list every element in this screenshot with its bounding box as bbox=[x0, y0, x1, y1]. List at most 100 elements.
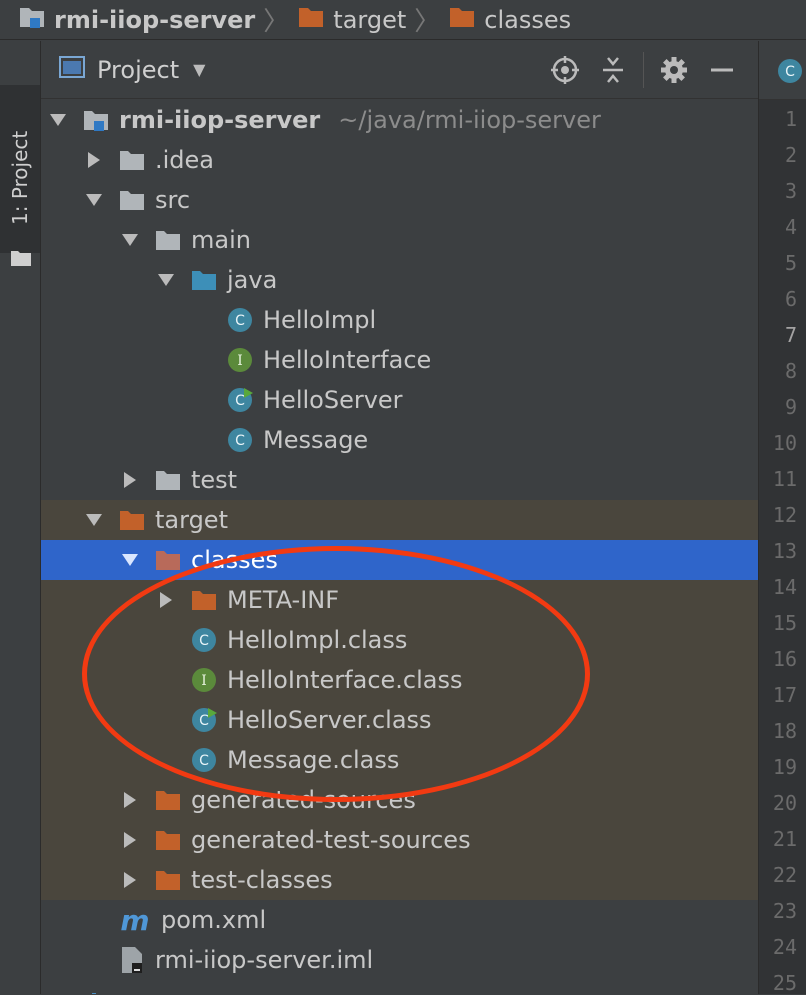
module-folder-icon bbox=[83, 107, 109, 133]
line-number: 25 bbox=[772, 971, 797, 995]
chevron-down-icon[interactable] bbox=[83, 194, 105, 206]
project-panel-header: Project ▼ bbox=[41, 41, 758, 99]
folder-icon bbox=[119, 147, 145, 173]
locate-icon[interactable] bbox=[541, 50, 589, 90]
chevron-down-icon[interactable] bbox=[83, 514, 105, 526]
tree-label-runnable-class-file: HelloServer.class bbox=[227, 706, 432, 734]
tree-row-generated-test-sources[interactable]: generated-test-sources bbox=[41, 820, 758, 860]
line-number-active: 7 bbox=[784, 323, 797, 347]
chevron-down-icon[interactable] bbox=[47, 114, 69, 126]
folder-icon bbox=[155, 467, 181, 493]
tree-row-generated-sources[interactable]: generated-sources bbox=[41, 780, 758, 820]
tree-root-path: ~/java/rmi-iiop-server bbox=[338, 106, 601, 134]
tree-row-class[interactable]: C Message bbox=[41, 420, 758, 460]
tree-row-class[interactable]: C HelloImpl bbox=[41, 300, 758, 340]
svg-text:C: C bbox=[235, 313, 245, 329]
line-number: 18 bbox=[772, 719, 797, 743]
svg-text:I: I bbox=[201, 673, 207, 689]
tree-label-src: src bbox=[155, 186, 191, 214]
line-number: 23 bbox=[772, 899, 797, 923]
tree-row-classes-selected[interactable]: classes bbox=[41, 540, 758, 580]
chevron-down-icon[interactable] bbox=[119, 554, 141, 566]
breadcrumb-separator: 〉 bbox=[414, 7, 441, 37]
breadcrumb-item-classes[interactable]: classes bbox=[448, 5, 571, 35]
chevron-right-icon[interactable] bbox=[119, 472, 141, 488]
tree-label-main: main bbox=[191, 226, 251, 254]
chevron-right-icon[interactable] bbox=[83, 152, 105, 168]
tree-row-runnable-class[interactable]: C HelloServer bbox=[41, 380, 758, 420]
editor-tab[interactable]: C bbox=[759, 41, 806, 100]
tree-row-main[interactable]: main bbox=[41, 220, 758, 260]
hide-icon[interactable] bbox=[698, 50, 746, 90]
svg-text:C: C bbox=[199, 713, 209, 729]
gear-icon[interactable] bbox=[650, 50, 698, 90]
chevron-down-icon[interactable] bbox=[155, 274, 177, 286]
excluded-folder-icon bbox=[191, 587, 217, 613]
tool-window-strip: 1: Project bbox=[0, 41, 41, 994]
tree-label-root: rmi-iiop-server bbox=[119, 106, 321, 134]
folder-icon bbox=[297, 5, 325, 35]
chevron-down-icon: ▼ bbox=[193, 60, 206, 79]
chevron-right-icon[interactable] bbox=[119, 872, 141, 888]
excluded-folder-icon bbox=[119, 507, 145, 533]
line-number: 10 bbox=[772, 431, 797, 455]
tree-label-meta-inf: META-INF bbox=[227, 586, 340, 614]
toolbar-divider bbox=[643, 51, 644, 88]
line-number: 21 bbox=[772, 827, 797, 851]
tree-label-iml: rmi-iiop-server.iml bbox=[155, 946, 374, 974]
breadcrumb-separator: 〉 bbox=[263, 7, 290, 37]
module-folder-icon bbox=[18, 5, 46, 35]
breadcrumb-label: classes bbox=[484, 5, 572, 34]
line-number: 24 bbox=[772, 935, 797, 959]
tree-label-runnable-class: HelloServer bbox=[263, 386, 403, 414]
tree-label-java: java bbox=[227, 266, 278, 294]
interface-file-icon: I bbox=[191, 667, 217, 693]
tree-row-root[interactable]: rmi-iiop-server ~/java/rmi-iiop-server bbox=[41, 100, 758, 140]
svg-text:C: C bbox=[785, 64, 795, 80]
tree-row-interface[interactable]: I HelloInterface bbox=[41, 340, 758, 380]
line-number: 13 bbox=[772, 539, 797, 563]
collapse-all-icon[interactable] bbox=[589, 50, 637, 90]
tree-row-target[interactable]: target bbox=[41, 500, 758, 540]
tree-row-test[interactable]: test bbox=[41, 460, 758, 500]
tree-row-partial bbox=[41, 980, 758, 994]
breadcrumb-item-project[interactable]: rmi-iiop-server bbox=[18, 5, 255, 35]
line-number: 16 bbox=[772, 647, 797, 671]
chevron-down-icon[interactable] bbox=[119, 234, 141, 246]
line-number: 22 bbox=[772, 863, 797, 887]
tree-label-class: Message bbox=[263, 426, 369, 454]
tree-row-test-classes[interactable]: test-classes bbox=[41, 860, 758, 900]
tree-row-class-file[interactable]: C Message.class bbox=[41, 740, 758, 780]
tree-row-java[interactable]: java bbox=[41, 260, 758, 300]
svg-text:C: C bbox=[235, 393, 245, 409]
chevron-right-icon[interactable] bbox=[119, 832, 141, 848]
maven-icon: m bbox=[120, 903, 150, 937]
breadcrumb-item-target[interactable]: target bbox=[297, 5, 406, 35]
chevron-right-icon[interactable] bbox=[119, 792, 141, 808]
tree-label-interface-file: HelloInterface.class bbox=[227, 666, 463, 694]
svg-text:C: C bbox=[199, 633, 209, 649]
runnable-class-icon: C bbox=[227, 387, 253, 413]
tree-row-iml[interactable]: rmi-iiop-server.iml bbox=[41, 940, 758, 980]
line-number: 6 bbox=[784, 287, 797, 311]
line-number: 9 bbox=[784, 395, 797, 419]
folder-icon bbox=[10, 249, 32, 271]
tree-row-meta-inf[interactable]: META-INF bbox=[41, 580, 758, 620]
line-number: 11 bbox=[772, 467, 797, 491]
line-number: 4 bbox=[784, 215, 797, 239]
excluded-folder-icon bbox=[155, 547, 181, 573]
tree-row-src[interactable]: src bbox=[41, 180, 758, 220]
chevron-right-icon[interactable] bbox=[155, 592, 177, 608]
project-view-icon bbox=[59, 55, 85, 85]
tree-row-interface-file[interactable]: I HelloInterface.class bbox=[41, 660, 758, 700]
tree-row-class-file[interactable]: C HelloImpl.class bbox=[41, 620, 758, 660]
tree-label-target: target bbox=[155, 506, 228, 534]
project-tree: rmi-iiop-server ~/java/rmi-iiop-server .… bbox=[41, 100, 758, 994]
view-selector[interactable]: Project ▼ bbox=[59, 55, 205, 85]
line-number: 8 bbox=[784, 359, 797, 383]
line-number: 14 bbox=[772, 575, 797, 599]
tree-row-pom[interactable]: m pom.xml bbox=[41, 900, 758, 940]
tree-row-idea[interactable]: .idea bbox=[41, 140, 758, 180]
project-tool-tab[interactable]: 1: Project bbox=[0, 85, 40, 266]
tree-row-runnable-class-file[interactable]: C HelloServer.class bbox=[41, 700, 758, 740]
